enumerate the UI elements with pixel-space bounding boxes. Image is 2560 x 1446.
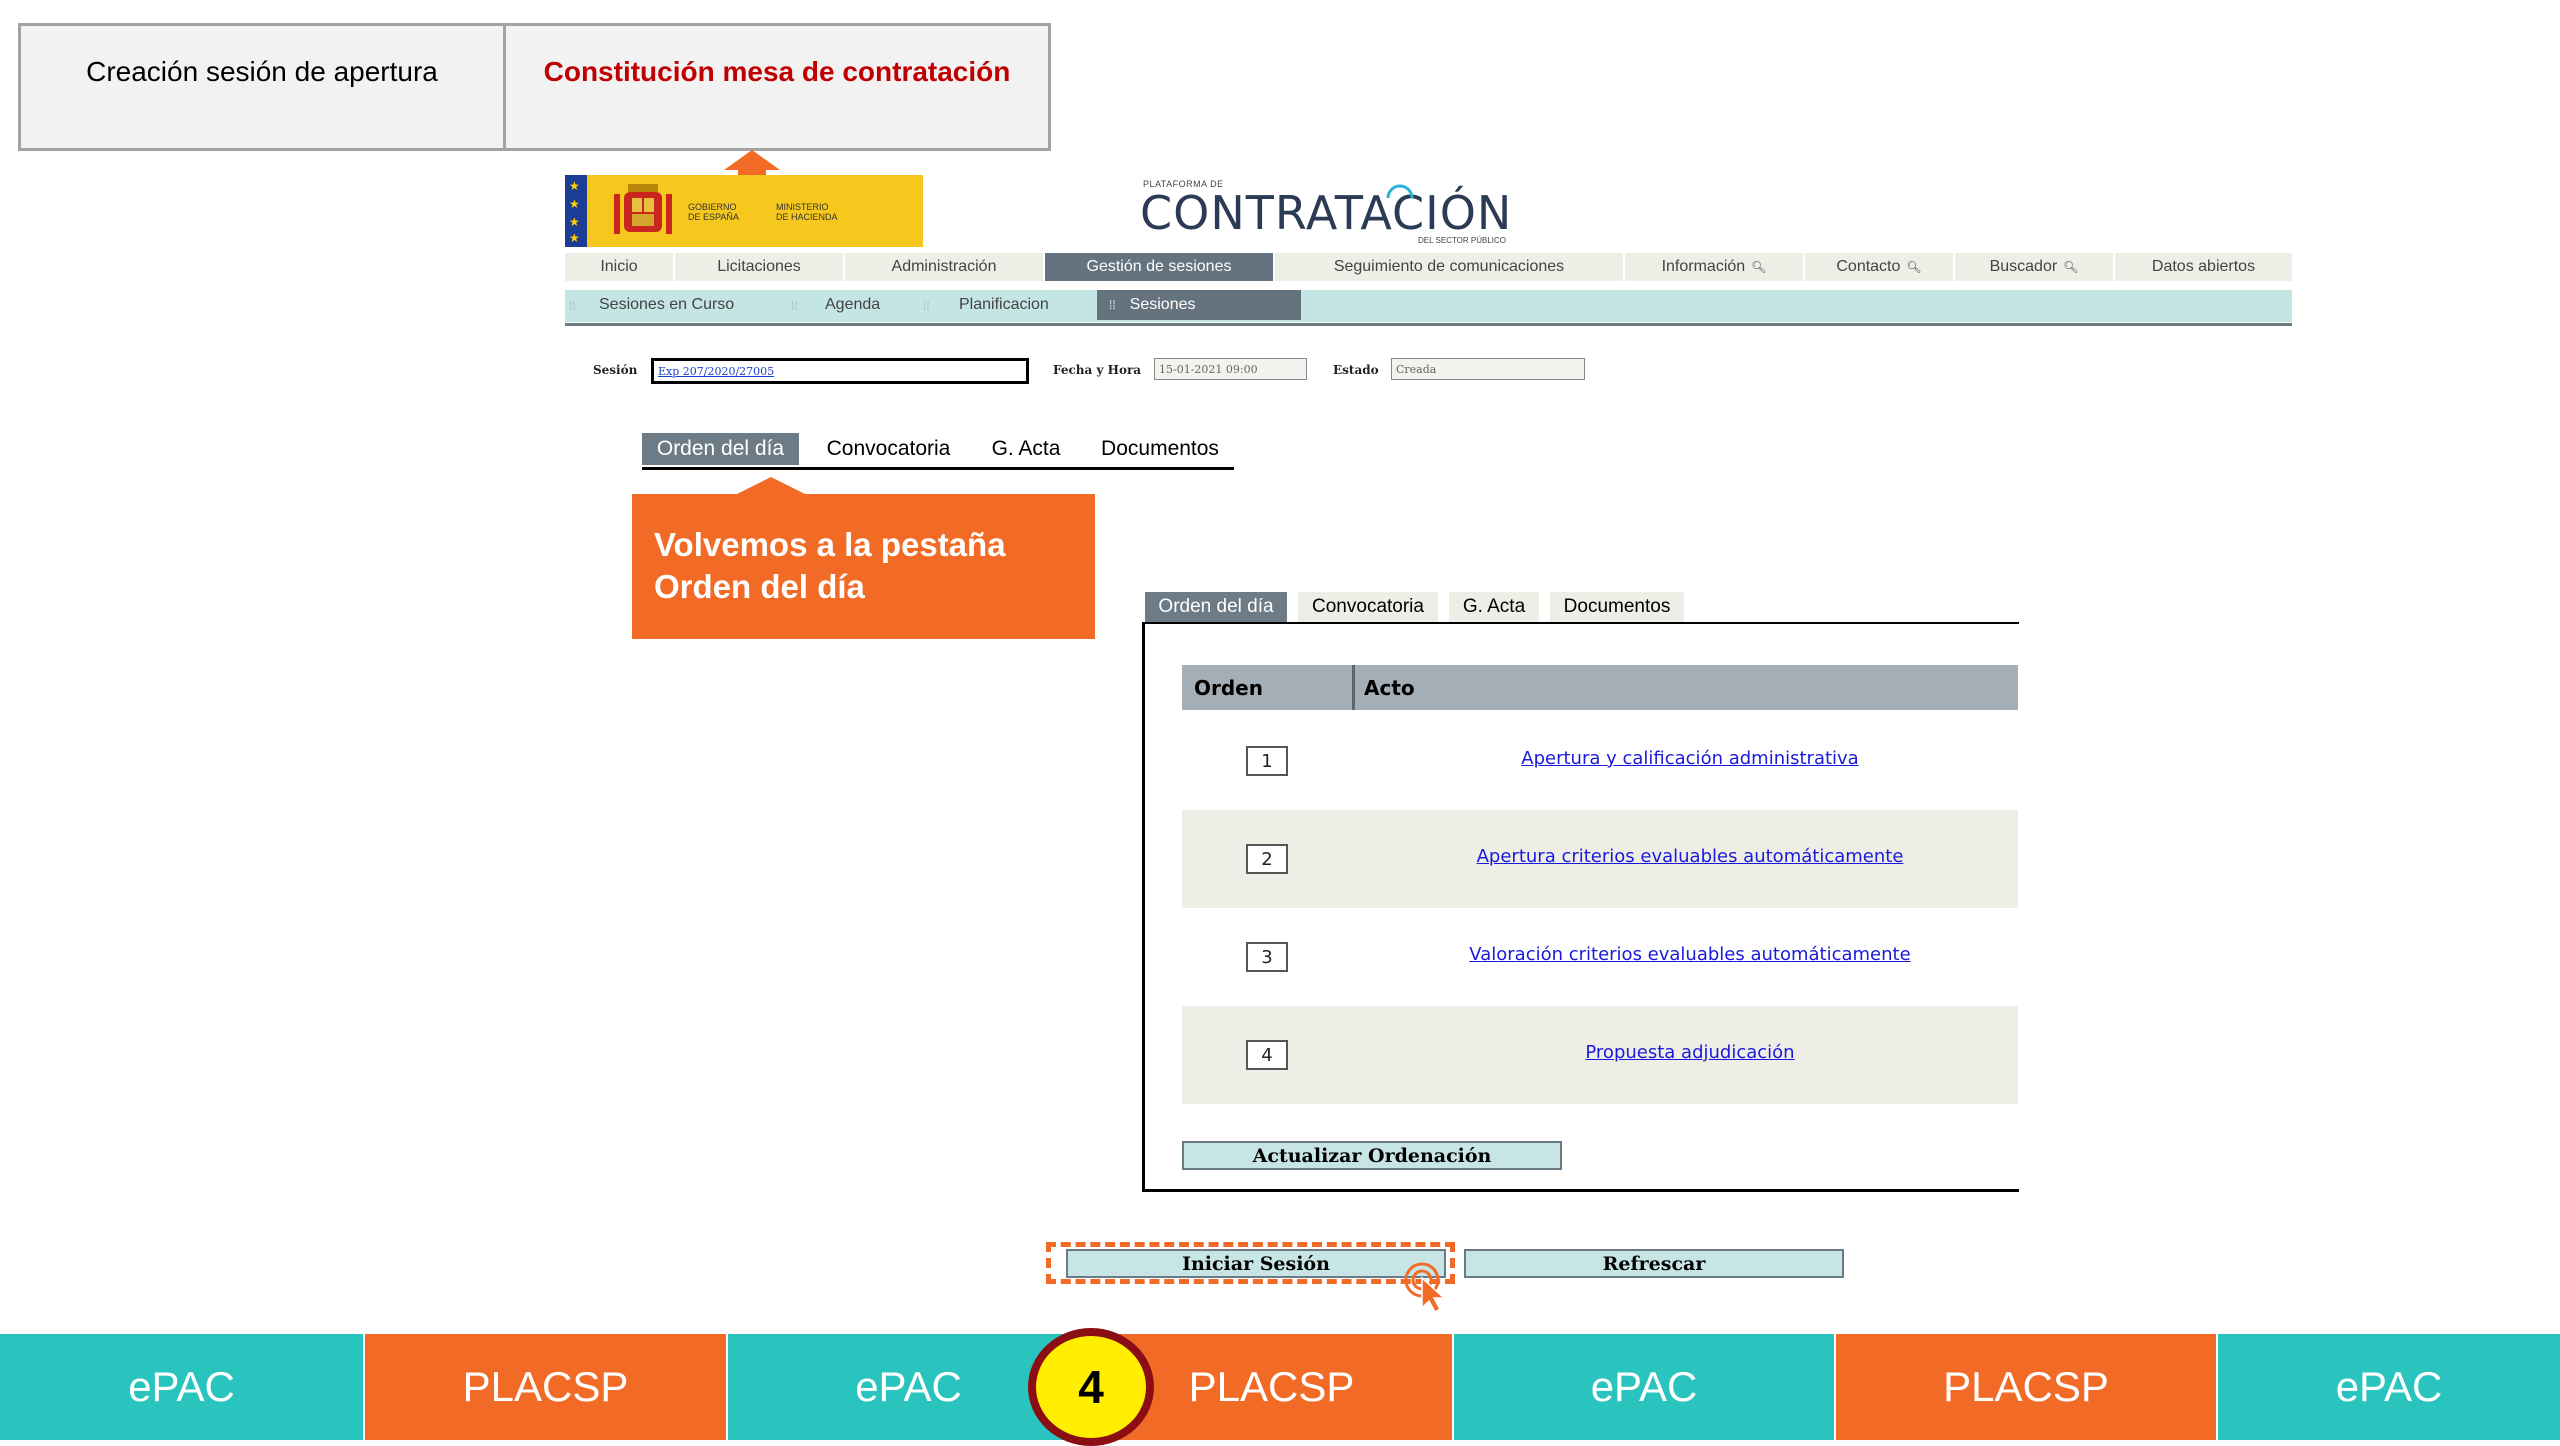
panel-tab-convocatoria[interactable]: Convocatoria bbox=[1298, 592, 1438, 622]
tab-g-acta[interactable]: G. Acta bbox=[978, 433, 1074, 465]
panel-tab-orden-dia[interactable]: Orden del día bbox=[1145, 592, 1287, 622]
column-orden: Orden bbox=[1194, 675, 1263, 700]
order-input[interactable]: 1 bbox=[1246, 746, 1288, 776]
start-session-button[interactable]: Iniciar Sesión bbox=[1066, 1249, 1446, 1278]
footer-epac: ePAC bbox=[0, 1334, 363, 1440]
nav-datos-abiertos[interactable]: Datos abiertos bbox=[2115, 253, 2292, 281]
step-current: Constitución mesa de contratación bbox=[503, 23, 1051, 151]
panel-tab-documentos[interactable]: Documentos bbox=[1550, 592, 1684, 622]
update-order-button[interactable]: Actualizar Ordenación bbox=[1182, 1141, 1562, 1170]
order-input[interactable]: 3 bbox=[1246, 942, 1288, 972]
footer-placsp: PLACSP bbox=[1834, 1334, 2216, 1440]
nav-buscador[interactable]: Buscador 🔍︎ bbox=[1955, 253, 2115, 281]
table-row: 2 Apertura criterios evaluables automáti… bbox=[1182, 810, 2018, 908]
session-label: Sesión bbox=[593, 363, 638, 377]
table-row: 4 Propuesta adjudicación bbox=[1182, 1006, 2018, 1104]
platform-logo: CONTRATACIÓN bbox=[1140, 186, 1513, 240]
step-number-badge: 4 bbox=[1028, 1328, 1154, 1446]
column-acto: Acto bbox=[1364, 675, 1415, 700]
tab-convocatoria[interactable]: Convocatoria bbox=[811, 433, 966, 465]
table-row: 1 Apertura y calificación administrativa bbox=[1182, 712, 2018, 810]
date-label: Fecha y Hora bbox=[1053, 363, 1142, 377]
session-field[interactable]: Exp 207/2020/27005 bbox=[651, 358, 1029, 384]
table-row: 3 Valoración criterios evaluables automá… bbox=[1182, 908, 2018, 1006]
cursor-click-icon bbox=[1404, 1262, 1446, 1314]
footer-bar: ePAC PLACSP ePAC PLACSP ePAC PLACSP ePAC bbox=[0, 1334, 2560, 1440]
search-icon: 🔍︎ bbox=[1906, 260, 1922, 274]
panel-tab-g-acta[interactable]: G. Acta bbox=[1449, 592, 1539, 622]
refresh-button[interactable]: Refrescar bbox=[1464, 1249, 1844, 1278]
order-input[interactable]: 4 bbox=[1246, 1040, 1288, 1070]
panel-border-left bbox=[1142, 622, 1145, 1192]
eu-flag: ★ ★ ★ ★ bbox=[565, 175, 587, 247]
nav-gestion-sesiones[interactable]: Gestión de sesiones bbox=[1045, 253, 1275, 281]
grip-icon: ⁞⁞ bbox=[923, 299, 930, 313]
signal-arc-icon bbox=[1386, 184, 1414, 199]
search-icon: 🔍︎ bbox=[2063, 260, 2079, 274]
subnav-planificacion[interactable]: Planificacion bbox=[959, 290, 1049, 320]
nav-informacion[interactable]: Información 🔍︎ bbox=[1625, 253, 1805, 281]
nav-seguimiento[interactable]: Seguimiento de comunicaciones bbox=[1275, 253, 1625, 281]
tabs-underline bbox=[642, 467, 1234, 470]
callout-box: Volvemos a la pestaña Orden del día bbox=[632, 494, 1095, 639]
subnav-agenda[interactable]: Agenda bbox=[825, 290, 880, 320]
ministry-text: MINISTERIO DE HACIENDA bbox=[776, 202, 838, 222]
platform-subtitle: DEL SECTOR PÚBLICO bbox=[1418, 236, 1507, 245]
state-label: Estado bbox=[1333, 363, 1379, 377]
callout-pointer bbox=[735, 477, 807, 495]
act-link[interactable]: Propuesta adjudicación bbox=[1362, 1042, 2018, 1063]
act-link[interactable]: Apertura y calificación administrativa bbox=[1362, 748, 2018, 769]
nav-administracion[interactable]: Administración bbox=[845, 253, 1045, 281]
nav-contacto[interactable]: Contacto 🔍︎ bbox=[1805, 253, 1955, 281]
footer-epac: ePAC bbox=[1452, 1334, 1834, 1440]
order-input[interactable]: 2 bbox=[1246, 844, 1288, 874]
table-header: Orden Acto bbox=[1182, 665, 2018, 710]
panel-border-bottom bbox=[1142, 1189, 2019, 1192]
date-field: 15-01-2021 09:00 bbox=[1154, 358, 1307, 380]
footer-placsp: PLACSP bbox=[363, 1334, 726, 1440]
tab-documentos[interactable]: Documentos bbox=[1088, 433, 1232, 465]
step-previous: Creación sesión de apertura bbox=[18, 23, 506, 151]
act-link[interactable]: Valoración criterios evaluables automáti… bbox=[1362, 944, 2018, 965]
nav-inicio[interactable]: Inicio bbox=[565, 253, 675, 281]
coat-of-arms-icon bbox=[614, 184, 672, 234]
state-field: Creada bbox=[1391, 358, 1585, 380]
act-link[interactable]: Apertura criterios evaluables automática… bbox=[1362, 846, 2018, 867]
nav-licitaciones[interactable]: Licitaciones bbox=[675, 253, 845, 281]
subnav-sesiones[interactable]: ⁞⁞ Sesiones bbox=[1097, 290, 1301, 320]
footer-epac: ePAC bbox=[2216, 1334, 2560, 1440]
gov-text: GOBIERNO DE ESPAÑA bbox=[688, 202, 739, 222]
tab-orden-dia[interactable]: Orden del día bbox=[642, 433, 799, 465]
grip-icon: ⁞⁞ bbox=[569, 299, 576, 313]
sub-nav: ⁞⁞ Sesiones en Curso ⁞⁞ Agenda ⁞⁞ Planif… bbox=[565, 290, 2292, 322]
panel-border-top bbox=[1142, 622, 2019, 624]
grip-icon: ⁞⁞ bbox=[791, 299, 798, 313]
column-divider bbox=[1352, 665, 1355, 710]
search-icon: 🔍︎ bbox=[1751, 260, 1767, 274]
nav-divider bbox=[565, 323, 2292, 326]
subnav-sesiones-curso[interactable]: Sesiones en Curso bbox=[599, 290, 734, 320]
grip-icon: ⁞⁞ bbox=[1109, 298, 1116, 312]
main-nav: Inicio Licitaciones Administración Gesti… bbox=[565, 253, 2292, 281]
